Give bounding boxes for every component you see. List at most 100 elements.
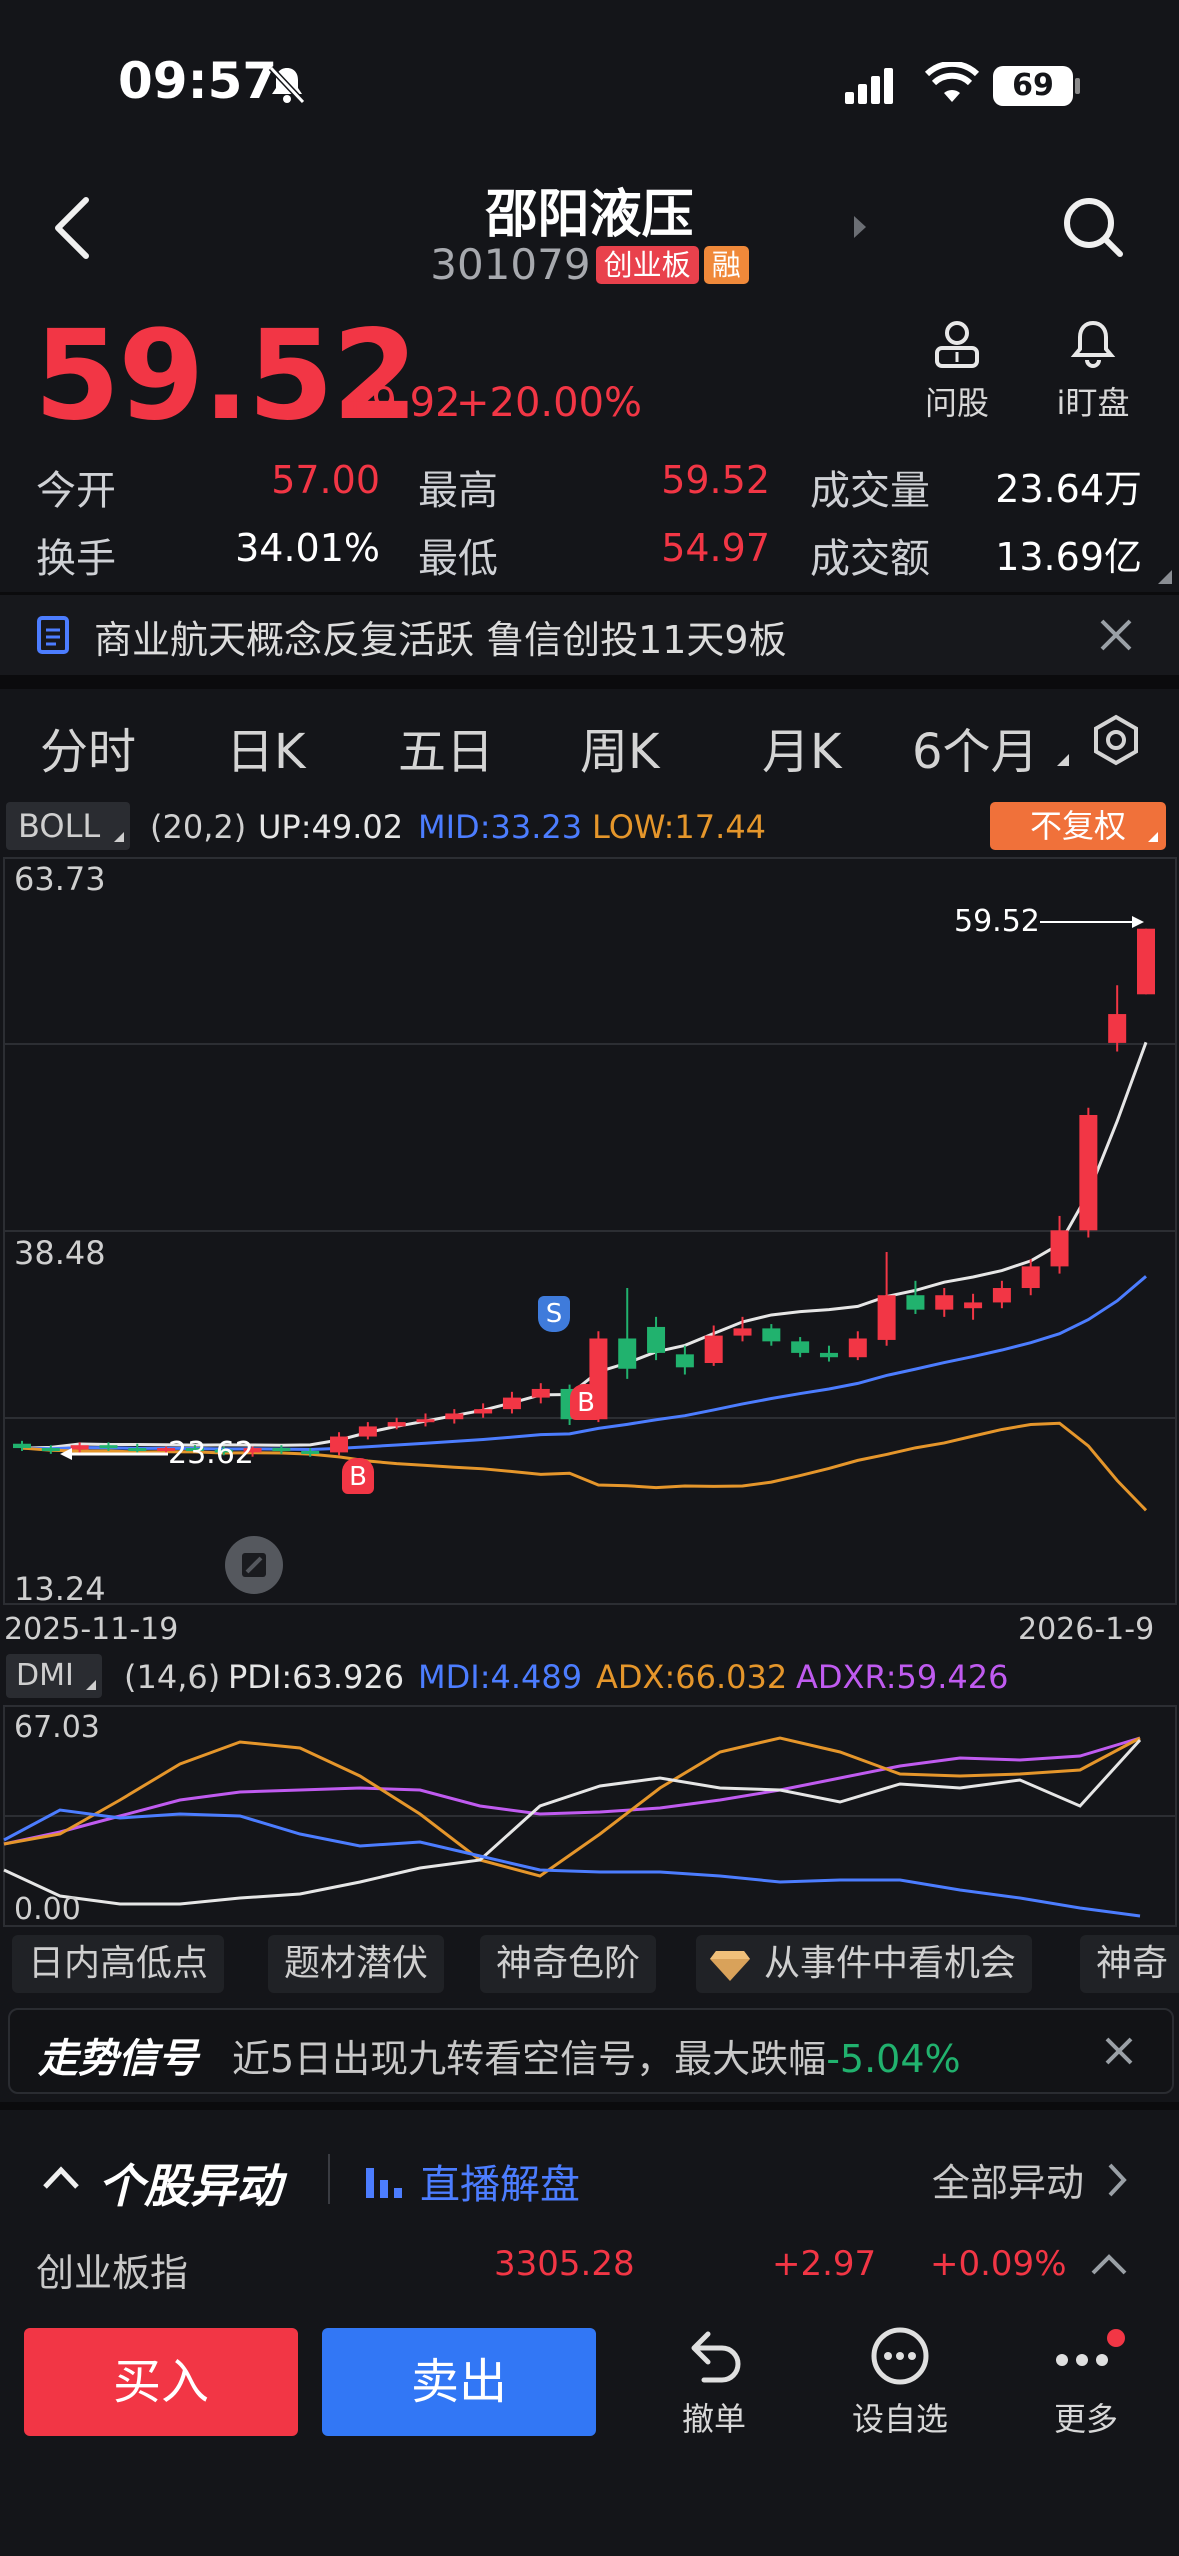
chevron-up-icon[interactable] xyxy=(42,2164,80,2190)
stat-label: 换手 xyxy=(36,536,116,582)
stat-label: 最低 xyxy=(418,536,498,582)
candle xyxy=(272,1448,291,1452)
tab-weekly-k[interactable]: 周K xyxy=(580,712,659,782)
more-label: 更多 xyxy=(1053,2400,1118,2438)
last-price-marker: 59.52 xyxy=(954,904,1040,939)
chart-start-date: 2025-11-19 xyxy=(4,1612,179,1647)
index-row[interactable]: 创业板指 3305.28 +2.97 +0.09% xyxy=(0,2236,1179,2296)
news-bar[interactable]: 商业航天概念反复活跃 鲁信创投11天9板 xyxy=(0,595,1179,675)
candle xyxy=(877,1295,896,1340)
expand-corner-icon[interactable] xyxy=(1158,570,1172,584)
pencil-icon xyxy=(242,1553,266,1577)
tab-five-day[interactable]: 五日 xyxy=(398,712,494,782)
stat-label: 今开 xyxy=(36,468,116,514)
add-watchlist-button[interactable]: 设自选 xyxy=(840,2326,960,2440)
margin-tag: 融 xyxy=(703,245,749,284)
stat-label: 成交量 xyxy=(810,468,930,514)
signal-icon xyxy=(845,68,893,104)
next-stock-icon[interactable] xyxy=(852,214,868,240)
chip-more[interactable]: 神奇 xyxy=(1080,1935,1179,1993)
low-price-arrow xyxy=(60,1448,168,1460)
candle xyxy=(762,1328,781,1342)
boll-mid-line xyxy=(21,1275,1147,1452)
dmi-adx: ADX:66.032 xyxy=(596,1658,788,1696)
close-icon[interactable] xyxy=(1104,2036,1134,2066)
candle xyxy=(819,1352,838,1358)
ask-stock-button[interactable]: 问股 xyxy=(912,318,1002,424)
low-price-marker: 23.62 xyxy=(168,1436,254,1471)
bottom-bar: 买入 卖出 撤单 设自选 更多 xyxy=(0,2310,1179,2556)
dmi-axis-top: 67.03 xyxy=(14,1710,100,1745)
more-button[interactable]: 更多 xyxy=(1036,2326,1136,2440)
buy-button[interactable]: 买入 xyxy=(24,2328,298,2436)
tab-monthly-k[interactable]: 月K xyxy=(762,712,841,782)
chip-event-opportunity[interactable]: 从事件中看机会 xyxy=(696,1935,1033,1993)
adjust-label: 不复权 xyxy=(1029,807,1126,845)
all-alerts-link[interactable]: 全部异动 xyxy=(932,2152,1084,2207)
bar-chart-icon xyxy=(366,2168,402,2198)
battery-level: 69 xyxy=(1012,68,1054,103)
candle xyxy=(1021,1266,1040,1289)
price-axis-top: 63.73 xyxy=(14,860,106,898)
tab-six-months[interactable]: 6个月 xyxy=(912,712,1039,782)
battery-tip xyxy=(1075,78,1080,94)
adjust-button[interactable]: 不复权 xyxy=(990,802,1166,850)
candle xyxy=(301,1450,320,1454)
tab-intraday[interactable]: 分时 xyxy=(40,712,136,782)
period-tabs: 分时 日K 五日 周K 月K 6个月 xyxy=(0,690,1179,790)
candle xyxy=(330,1436,349,1453)
close-icon[interactable] xyxy=(1098,617,1134,653)
chart-end-date: 2026-1-9 xyxy=(1018,1612,1155,1647)
chip-magic-color[interactable]: 神奇色阶 xyxy=(480,1935,657,1993)
stat-label: 成交额 xyxy=(810,536,930,582)
sell-signal-marker: S xyxy=(538,1296,570,1332)
index-pct: +0.09% xyxy=(930,2244,1067,2284)
person-icon xyxy=(935,321,979,368)
boll-params: (20,2) xyxy=(150,808,247,846)
stock-code: 301079 xyxy=(430,240,591,289)
alerts-header: 个股异动 直播解盘 全部异动 xyxy=(0,2140,1179,2220)
price-axis-bottom: 13.24 xyxy=(14,1570,106,1608)
draw-tool-button[interactable] xyxy=(225,1536,283,1594)
chip-theme-ambush[interactable]: 题材潜伏 xyxy=(268,1935,445,1993)
stat-value: 23.64万 xyxy=(995,467,1142,511)
candle xyxy=(416,1419,435,1423)
buy-label: 买入 xyxy=(112,2354,209,2410)
dmi-mdi: MDI:4.489 xyxy=(418,1658,583,1696)
boll-indicator-select[interactable]: BOLL xyxy=(6,802,131,850)
tab-daily-k[interactable]: 日K xyxy=(226,712,305,782)
chevron-right-icon[interactable] xyxy=(1106,2162,1128,2198)
candle xyxy=(41,1448,60,1452)
boll-low: LOW:17.44 xyxy=(592,808,767,846)
dmi-chart[interactable]: 67.03 0.00 xyxy=(0,1704,1179,1930)
dropdown-corner-icon xyxy=(1148,832,1158,842)
dmi-pdi: PDI:63.926 xyxy=(228,1658,405,1696)
sell-signal-label: S xyxy=(545,1299,563,1329)
sell-button[interactable]: 卖出 xyxy=(322,2328,596,2436)
chart-settings-icon[interactable] xyxy=(1090,714,1142,766)
chevron-up-icon[interactable] xyxy=(1090,2252,1128,2276)
candle xyxy=(474,1409,493,1414)
candle xyxy=(733,1328,752,1336)
candle xyxy=(1079,1114,1098,1231)
price-change-pct: +20.00% xyxy=(456,380,643,426)
search-icon[interactable] xyxy=(1060,194,1126,260)
chip-intraday-high-low[interactable]: 日内高低点 xyxy=(12,1935,225,1993)
signal-value: -5.04% xyxy=(826,2037,961,2081)
price-chart[interactable]: 63.73 38.48 13.24 59.52 23.62 S B B xyxy=(0,856,1179,1608)
cancel-order-button[interactable]: 撤单 xyxy=(664,2326,764,2440)
boll-up: UP:49.02 xyxy=(258,808,404,846)
watch-button[interactable]: i盯盘 xyxy=(1038,318,1148,424)
signal-bar[interactable]: 走势信号 近5日出现九转看空信号，最大跌幅-5.04% xyxy=(8,2008,1174,2094)
live-analysis-link[interactable]: 直播解盘 xyxy=(420,2152,580,2210)
dropdown-corner-icon xyxy=(1057,754,1069,766)
candlestick-chart xyxy=(3,857,1177,1605)
status-bar: 09:57 69 xyxy=(0,0,1179,170)
dmi-indicator-select[interactable]: DMI xyxy=(6,1654,102,1698)
candle xyxy=(848,1338,867,1358)
add-watchlist-label: 设自选 xyxy=(851,2400,948,2438)
sell-label: 卖出 xyxy=(410,2354,507,2410)
dmi-header: DMI (14,6) PDI:63.926 MDI:4.489 ADX:66.0… xyxy=(0,1652,1179,1702)
diamond-icon xyxy=(710,1951,750,1981)
candle xyxy=(445,1413,464,1420)
